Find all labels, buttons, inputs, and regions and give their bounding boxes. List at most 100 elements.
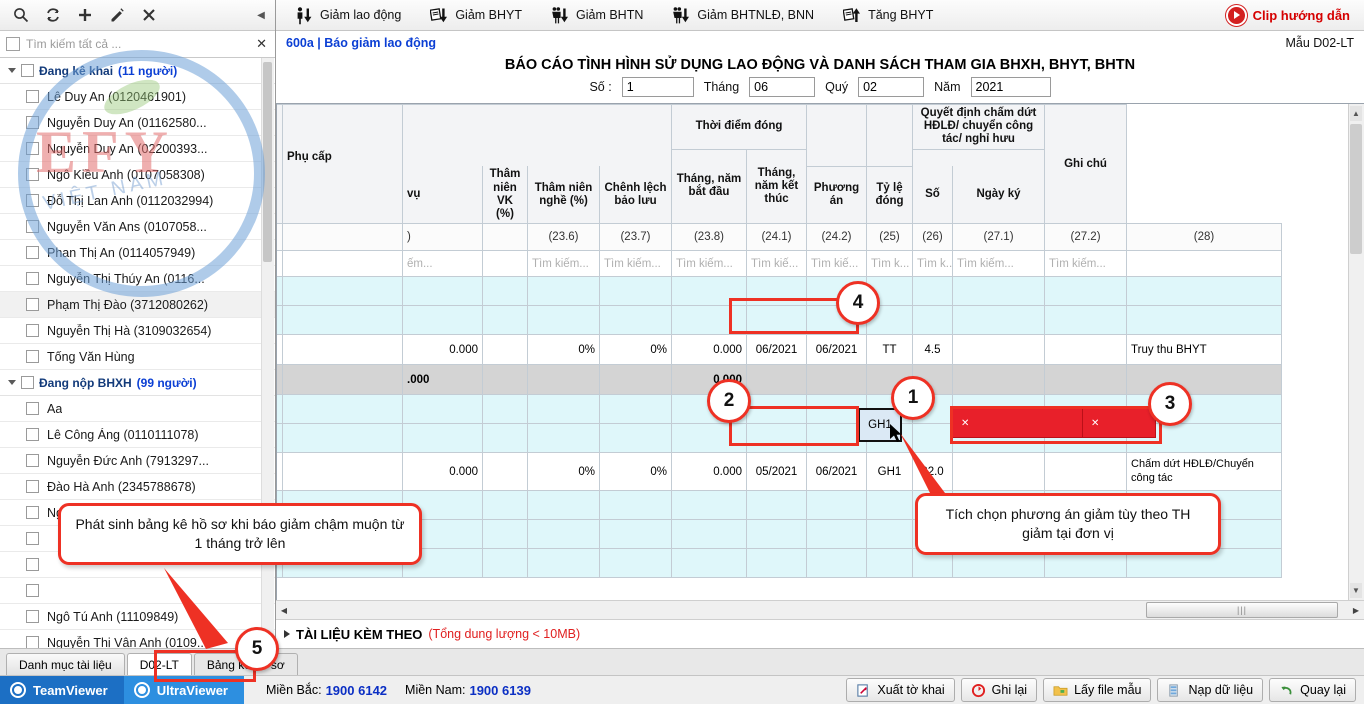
row-tnvk[interactable]: 0% xyxy=(527,452,600,492)
list-item[interactable]: Phan Thị An (0114057949) xyxy=(0,240,275,266)
row-cell[interactable] xyxy=(282,305,403,336)
row-chucvu[interactable]: 0.000 xyxy=(402,452,483,492)
list-item[interactable]: Đào Hà Anh (2345788678) xyxy=(0,474,275,500)
ribbon-tab-giam-bhtnld-bnn[interactable]: Giảm BHTNLĐ, BNN xyxy=(657,1,828,29)
table-row-section[interactable]: I Tăng xyxy=(277,276,1283,307)
filter-phuongan[interactable]: Tìm k... xyxy=(866,250,913,278)
row-cell[interactable] xyxy=(482,334,528,366)
list-item[interactable] xyxy=(0,578,275,604)
refresh-icon[interactable] xyxy=(38,2,68,28)
group-header-dang-ke-khai[interactable]: Đang kê khai (11 người) xyxy=(0,58,275,84)
row-tyle[interactable]: 4.5 xyxy=(912,334,953,366)
clear-search-icon[interactable]: ✕ xyxy=(254,36,269,52)
row-cell[interactable] xyxy=(482,519,528,550)
list-item[interactable]: Nguyễn Duy An (02200393... xyxy=(0,136,275,162)
item-checkbox[interactable] xyxy=(26,116,39,129)
back-button[interactable]: Quay lại xyxy=(1269,678,1356,702)
quy-input[interactable] xyxy=(858,77,925,97)
grid-vscroll-thumb[interactable] xyxy=(1350,124,1362,254)
row-cell[interactable] xyxy=(866,519,913,550)
list-item[interactable]: Aa xyxy=(0,396,275,422)
grid-hscroll-thumb[interactable]: ||| xyxy=(1146,602,1338,618)
row-cell[interactable] xyxy=(482,452,528,492)
item-checkbox[interactable] xyxy=(26,428,39,441)
row-ketthuc[interactable]: 06/2021 xyxy=(806,334,867,366)
ribbon-tab-tang-bhyt[interactable]: Tăng BHYT xyxy=(828,1,947,29)
thang-input[interactable] xyxy=(749,77,816,97)
row-cell[interactable] xyxy=(671,548,747,579)
add-icon[interactable] xyxy=(70,2,100,28)
collapse-icon[interactable]: ◀ xyxy=(253,2,269,28)
filter-spacer[interactable] xyxy=(482,250,528,278)
close-icon[interactable] xyxy=(134,2,164,28)
list-item-selected[interactable]: Phạm Thị Đào (3712080262) xyxy=(0,292,275,318)
item-checkbox[interactable] xyxy=(26,220,39,233)
row-cell[interactable] xyxy=(599,305,672,336)
row-cell[interactable] xyxy=(599,490,672,521)
edit-icon[interactable] xyxy=(102,2,132,28)
row-cell[interactable] xyxy=(282,334,403,366)
row-cell[interactable] xyxy=(671,519,747,550)
list-item[interactable]: Nguyễn Duy An (01162580... xyxy=(0,110,275,136)
row-cell[interactable] xyxy=(746,423,807,454)
row-cell[interactable] xyxy=(912,276,953,307)
row-cell[interactable] xyxy=(1126,305,1283,336)
row-so[interactable] xyxy=(951,334,1046,366)
tab-d02-lt[interactable]: D02-LT xyxy=(126,653,192,675)
search-input[interactable]: Tìm kiếm tất cả ... xyxy=(26,37,248,51)
item-checkbox[interactable] xyxy=(26,402,39,415)
list-item[interactable]: Ngô Kiều Anh (0107058308) xyxy=(0,162,275,188)
item-checkbox[interactable] xyxy=(26,610,39,623)
nam-input[interactable] xyxy=(970,77,1051,97)
get-template-button[interactable]: Lấy file mẫu xyxy=(1043,678,1152,702)
item-checkbox[interactable] xyxy=(26,272,39,285)
filter-batdau[interactable]: Tìm kiế... xyxy=(746,250,807,278)
row-cell[interactable] xyxy=(482,394,528,425)
group-header-dang-nop-bhxh[interactable]: Đang nộp BHXH (99 người) xyxy=(0,370,275,396)
so-input[interactable] xyxy=(621,77,694,97)
attachments-section[interactable]: TÀI LIỆU KÈM THEO (Tổng dung lượng < 10M… xyxy=(276,619,1364,648)
grid-horizontal-scrollbar[interactable]: ◀ ||| ▶ xyxy=(276,600,1364,619)
row-cell[interactable] xyxy=(806,490,867,521)
row-cell[interactable] xyxy=(912,305,953,336)
group-checkbox[interactable] xyxy=(21,64,34,77)
row-cell[interactable] xyxy=(527,423,600,454)
list-item[interactable]: Nguyễn Văn Ans (0107058... xyxy=(0,214,275,240)
ribbon-tab-giam-bhtn[interactable]: Giảm BHTN xyxy=(536,1,657,29)
clip-guide-button[interactable]: Clip hướng dẫn xyxy=(1225,4,1360,26)
export-declaration-button[interactable]: Xuất tờ khai xyxy=(846,678,955,702)
row-tnvk[interactable]: 0% xyxy=(527,334,600,366)
item-checkbox[interactable] xyxy=(26,324,39,337)
row-batdau[interactable]: 06/2021 xyxy=(746,334,807,366)
save-button[interactable]: Ghi lại xyxy=(960,678,1038,702)
row-cell[interactable] xyxy=(599,394,672,425)
list-item[interactable]: Nguyễn Đức Anh (7913297... xyxy=(0,448,275,474)
table-row[interactable]: 1 Phạm Thị Đào 0.000 0% 0% 0.000 06/2021… xyxy=(277,334,1283,366)
row-cell[interactable] xyxy=(402,276,483,307)
row-cell[interactable] xyxy=(746,519,807,550)
row-ghichu[interactable]: Truy thu BHYT xyxy=(1126,334,1283,366)
row-cell[interactable] xyxy=(671,490,747,521)
column-filter-row[interactable]: Tìm kiếm... ếm... Tìm kiếm... Tìm kiếm..… xyxy=(277,250,1283,278)
row-cell[interactable] xyxy=(951,276,1046,307)
row-chucvu[interactable]: 0.000 xyxy=(402,334,483,366)
group-checkbox[interactable] xyxy=(21,376,34,389)
list-item[interactable]: Lê Công Áng (0110111078) xyxy=(0,422,275,448)
row-ketthuc[interactable]: 06/2021 xyxy=(806,452,867,492)
so-error-cell[interactable]: ✕ xyxy=(952,408,1084,438)
row-tnnghe[interactable]: 0% xyxy=(599,452,672,492)
filter-ghichu[interactable] xyxy=(1126,250,1283,278)
row-cell[interactable] xyxy=(527,519,600,550)
row-ghichu[interactable]: Chấm dứt HĐLĐ/Chuyển công tác xyxy=(1126,452,1283,492)
search-icon[interactable] xyxy=(6,2,36,28)
row-cell[interactable] xyxy=(282,423,403,454)
row-cell[interactable] xyxy=(402,305,483,336)
row-tyle[interactable]: 32.0 xyxy=(912,452,953,492)
row-cell[interactable] xyxy=(671,276,747,307)
table-row-section[interactable]: I-1 Bảo hiểm y tế xyxy=(277,305,1283,336)
item-checkbox[interactable] xyxy=(26,142,39,155)
item-checkbox[interactable] xyxy=(26,584,39,597)
row-cell[interactable] xyxy=(402,423,483,454)
row-cell[interactable] xyxy=(527,394,600,425)
item-checkbox[interactable] xyxy=(26,636,39,648)
